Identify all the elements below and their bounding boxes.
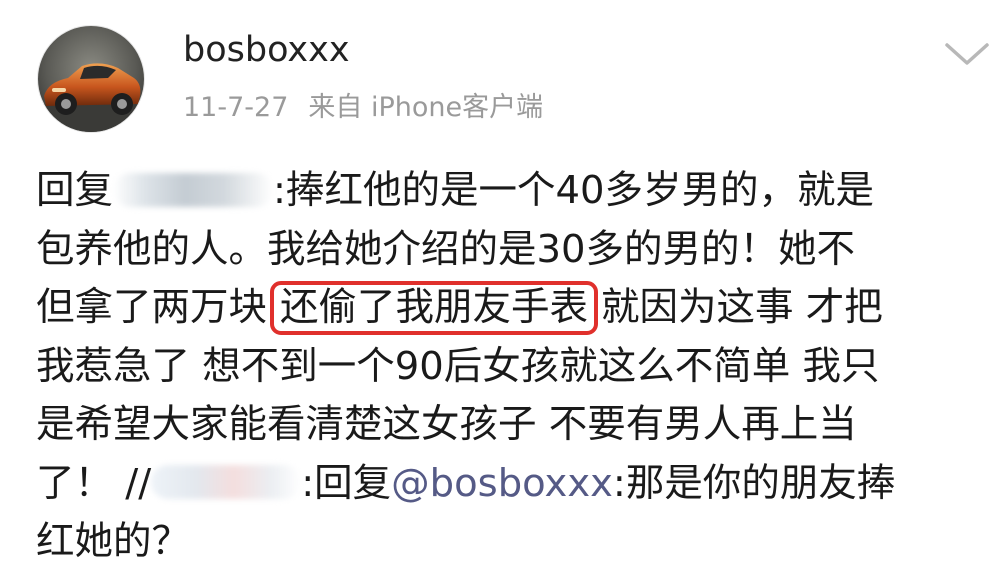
post-time: 11-7-27 — [183, 92, 289, 123]
reply-label: :回复 — [301, 460, 392, 506]
redacted-username-2 — [151, 465, 302, 499]
post-source[interactable]: 来自 iPhone客户端 — [308, 92, 543, 123]
more-menu-button[interactable] — [940, 36, 994, 72]
username[interactable]: bosboxxx — [183, 28, 350, 72]
post-text: 回复 :捧红他的是一个40多岁男的，就是 包养他的人。我给她介绍的是30多的男的！… — [36, 162, 976, 568]
post-line-7: 红她的？ — [36, 519, 191, 564]
post-line-6: 了！ // :回复@bosboxxx:那是你的朋友捧 — [36, 455, 976, 514]
post-line-1-text: :捧红他的是一个40多岁男的，就是 — [273, 168, 874, 213]
repost-prefix: 了！ // — [36, 460, 152, 506]
post-line-4: 我惹急了 想不到一个90后女孩就这么不简单 我只 — [36, 343, 880, 389]
highlighted-phrase: 还偷了我朋友手表 — [270, 281, 599, 335]
post-line-1: 回复 :捧红他的是一个40多岁男的，就是 — [36, 162, 976, 221]
sports-car-avatar-icon — [38, 26, 144, 132]
reply-prefix: 回复 — [36, 168, 114, 213]
post-line-2: 包养他的人。我给她介绍的是30多的男的！她不 — [36, 226, 855, 272]
avatar[interactable] — [38, 26, 144, 132]
post-line-3: 但拿了两万块 还偷了我朋友手表 就因为这事 才把 — [36, 279, 976, 338]
post-line-6-after: :那是你的朋友捧 — [612, 460, 896, 506]
post-line-3-after: 就因为这事 才把 — [601, 285, 883, 330]
redacted-username — [113, 172, 274, 207]
post-meta: 11-7-27 来自 iPhone客户端 — [183, 90, 543, 126]
post-line-3-before: 但拿了两万块 — [36, 285, 268, 330]
post-line-5: 是希望大家能看清楚这女孩子 不要有男人再上当 — [36, 402, 857, 447]
chevron-down-icon — [945, 43, 989, 65]
mention-link[interactable]: @bosboxxx — [391, 461, 613, 506]
